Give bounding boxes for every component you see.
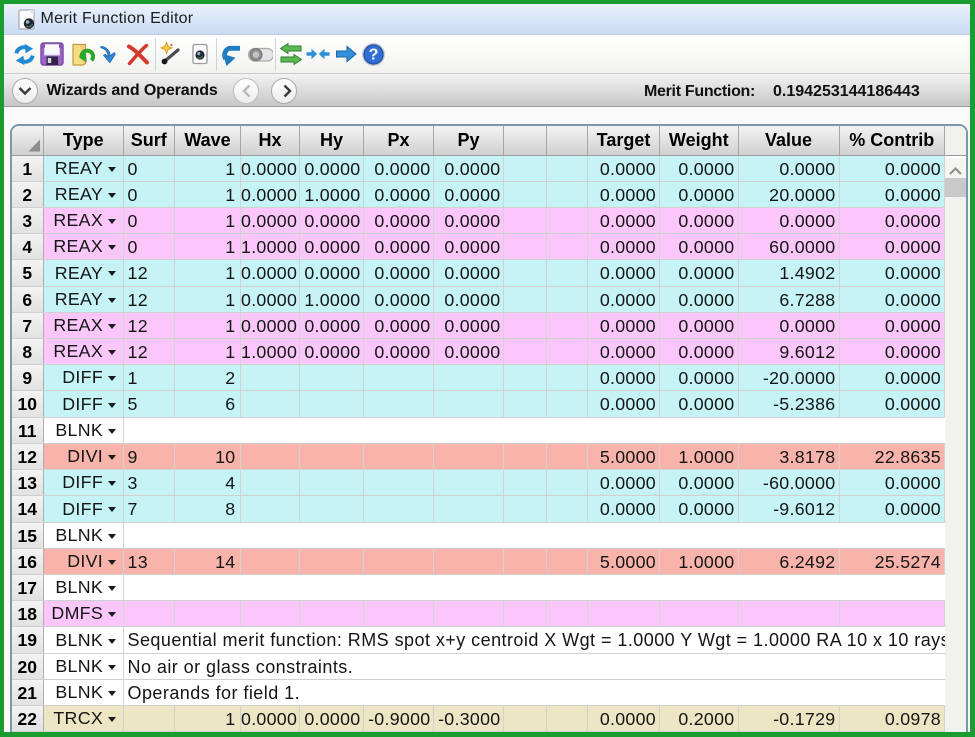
svg-text:?: ? — [368, 45, 378, 63]
